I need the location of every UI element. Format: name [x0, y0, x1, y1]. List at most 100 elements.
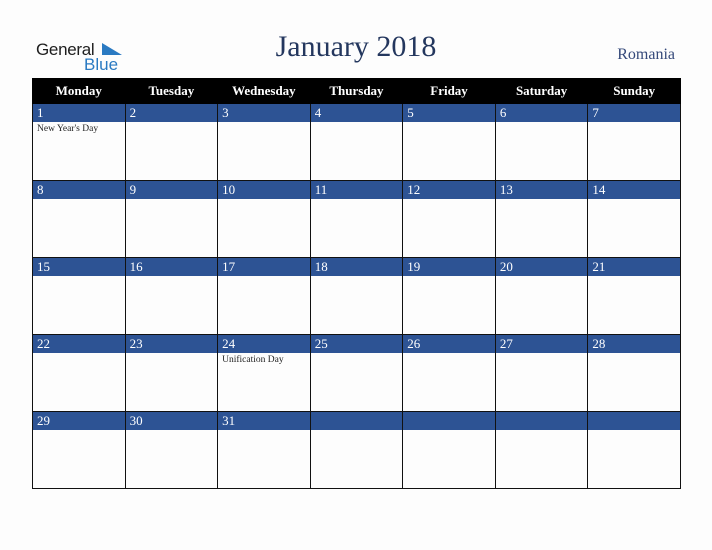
day-number: 27 [495, 335, 588, 353]
day-number: 25 [310, 335, 403, 353]
day-number: 3 [218, 104, 310, 122]
day-cell[interactable]: 21 [587, 257, 681, 335]
holiday-label [496, 199, 588, 201]
day-number: 22 [33, 335, 125, 353]
day-number: 21 [588, 258, 680, 276]
holiday-label [311, 122, 403, 124]
day-cell[interactable]: 26 [402, 334, 496, 412]
weekday-header: Thursday [309, 78, 404, 104]
day-number: 5 [403, 104, 495, 122]
day-number [588, 412, 680, 430]
day-number: 31 [218, 412, 310, 430]
day-cell[interactable]: 23 [124, 334, 219, 412]
day-cell[interactable]: 19 [402, 257, 496, 335]
day-number: 13 [495, 181, 588, 199]
weekday-header: Wednesday [217, 78, 311, 104]
holiday-label [403, 199, 495, 201]
day-number [495, 412, 588, 430]
holiday-label [496, 430, 588, 432]
day-number: 18 [310, 258, 403, 276]
day-number: 17 [218, 258, 310, 276]
day-number: 6 [495, 104, 588, 122]
week-row: 29 30 31 [32, 411, 681, 489]
day-number: 11 [310, 181, 403, 199]
day-cell[interactable]: 3 [217, 103, 311, 181]
day-number: 10 [218, 181, 310, 199]
day-cell[interactable]: 10 [217, 180, 311, 258]
day-cell[interactable]: 13 [494, 180, 589, 258]
holiday-label [588, 353, 680, 355]
holiday-label [588, 276, 680, 278]
holiday-label [218, 276, 310, 278]
day-number: 30 [125, 412, 218, 430]
day-number: 7 [588, 104, 680, 122]
day-cell[interactable]: 16 [124, 257, 219, 335]
holiday-label: Unification Day [222, 355, 284, 365]
holiday-label [588, 199, 680, 201]
day-cell[interactable]: 22 [32, 334, 126, 412]
day-number: 19 [403, 258, 495, 276]
day-number: 14 [588, 181, 680, 199]
day-cell[interactable] [309, 411, 404, 489]
holiday-label [218, 199, 310, 201]
country-label: Romania [617, 46, 675, 63]
day-cell[interactable]: 24 Unification Day [217, 334, 311, 412]
day-cell[interactable]: 25 [309, 334, 404, 412]
day-cell[interactable]: 8 [32, 180, 126, 258]
day-number [403, 412, 495, 430]
holiday-label [33, 430, 125, 432]
day-number: 24 [218, 335, 310, 353]
day-cell[interactable]: 18 [309, 257, 404, 335]
day-cell[interactable]: 5 [402, 103, 496, 181]
holiday-label [218, 122, 310, 124]
holiday-label [126, 122, 218, 124]
weekday-header: Sunday [587, 78, 681, 104]
day-cell[interactable]: 7 [587, 103, 681, 181]
day-cell[interactable]: 31 [217, 411, 311, 489]
holiday-label [311, 199, 403, 201]
holiday-label [33, 199, 125, 201]
holiday-label [126, 353, 218, 355]
holiday-label [496, 353, 588, 355]
day-number: 23 [125, 335, 218, 353]
holiday-label [311, 353, 403, 355]
day-number: 16 [125, 258, 218, 276]
day-number: 1 [33, 104, 125, 122]
day-cell[interactable]: 9 [124, 180, 219, 258]
holiday-label [588, 122, 680, 124]
day-number: 8 [33, 181, 125, 199]
holiday-label [311, 430, 403, 432]
day-cell[interactable]: 28 [587, 334, 681, 412]
day-cell[interactable] [402, 411, 496, 489]
weekday-header: Tuesday [124, 78, 219, 104]
weekday-header: Friday [402, 78, 496, 104]
holiday-label [33, 276, 125, 278]
day-cell[interactable]: 29 [32, 411, 126, 489]
day-cell[interactable] [494, 411, 589, 489]
holiday-label [403, 430, 495, 432]
day-cell[interactable]: 30 [124, 411, 219, 489]
day-cell[interactable]: 14 [587, 180, 681, 258]
day-cell[interactable]: 2 [124, 103, 219, 181]
day-number: 28 [588, 335, 680, 353]
day-cell[interactable] [587, 411, 681, 489]
holiday-label [126, 199, 218, 201]
day-cell[interactable]: 6 [494, 103, 589, 181]
day-cell[interactable]: 1 New Year's Day [32, 103, 126, 181]
day-number: 2 [125, 104, 218, 122]
day-number: 29 [33, 412, 125, 430]
holiday-label [33, 353, 125, 355]
day-number [310, 412, 403, 430]
day-cell[interactable]: 20 [494, 257, 589, 335]
day-cell[interactable]: 11 [309, 180, 404, 258]
day-cell[interactable]: 4 [309, 103, 404, 181]
day-cell[interactable]: 15 [32, 257, 126, 335]
week-row: 22 23 24 Unification Day 25 26 27 28 [32, 334, 681, 412]
day-cell[interactable]: 17 [217, 257, 311, 335]
day-number: 9 [125, 181, 218, 199]
day-cell[interactable]: 12 [402, 180, 496, 258]
weekday-header: Monday [32, 78, 126, 104]
calendar-grid: Monday Tuesday Wednesday Thursday Friday… [32, 78, 681, 489]
holiday-label [496, 122, 588, 124]
day-cell[interactable]: 27 [494, 334, 589, 412]
